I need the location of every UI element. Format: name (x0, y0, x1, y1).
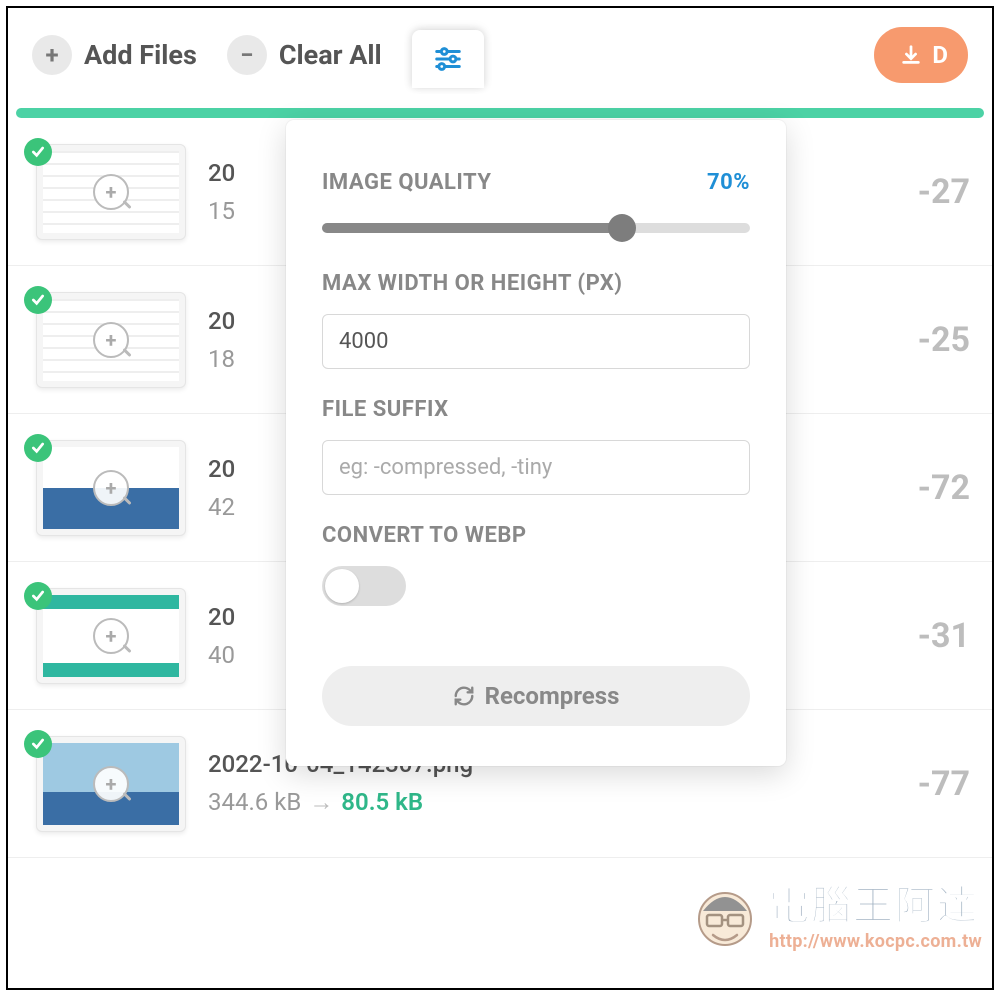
arrow-icon: → (309, 788, 333, 816)
mascot-icon (689, 877, 761, 949)
zoom-icon: + (93, 322, 129, 358)
quality-value: 70% (707, 170, 750, 195)
quality-label: IMAGE QUALITY (322, 170, 491, 195)
watermark-title: 電腦王阿達 (769, 873, 982, 931)
thumbnail[interactable]: + (36, 440, 186, 536)
suffix-input[interactable] (322, 440, 750, 495)
reduction-percent: -25 (918, 320, 974, 360)
file-sizes: 344.6 kB → 80.5 kB (208, 788, 473, 817)
settings-button[interactable] (412, 30, 484, 88)
zoom-icon: + (93, 174, 129, 210)
zoom-icon: + (93, 470, 129, 506)
webp-label: CONVERT TO WEBP (322, 523, 750, 548)
clear-all-button[interactable]: − Clear All (227, 35, 382, 75)
plus-icon: + (32, 35, 72, 75)
clear-all-label: Clear All (279, 39, 382, 71)
sliders-icon (433, 44, 463, 74)
check-icon (24, 582, 52, 610)
watermark-url: http://www.kocpc.com.tw (769, 931, 982, 952)
max-dim-input[interactable] (322, 314, 750, 369)
download-button[interactable]: D (874, 27, 968, 83)
reduction-percent: -72 (918, 468, 974, 508)
thumbnail[interactable]: + (36, 736, 186, 832)
file-name: 20 (208, 307, 235, 335)
thumbnail[interactable]: + (36, 588, 186, 684)
toolbar: + Add Files − Clear All D (8, 8, 992, 108)
file-size-old: 344.6 kB (208, 788, 301, 816)
reduction-percent: -31 (918, 616, 974, 656)
settings-popover: IMAGE QUALITY 70% MAX WIDTH OR HEIGHT (P… (286, 120, 786, 766)
quality-slider[interactable] (322, 213, 750, 243)
file-size-new: 80.5 kB (341, 788, 423, 816)
thumbnail[interactable]: + (36, 292, 186, 388)
file-size: 42 (208, 493, 235, 521)
add-files-label: Add Files (84, 39, 197, 71)
reduction-percent: -27 (918, 172, 974, 212)
check-icon (24, 286, 52, 314)
recompress-button[interactable]: Recompress (322, 666, 750, 726)
check-icon (24, 434, 52, 462)
recompress-label: Recompress (485, 682, 620, 710)
slider-thumb[interactable] (608, 214, 636, 242)
file-name: 20 (208, 455, 235, 483)
file-name: 20 (208, 603, 235, 631)
reduction-percent: -77 (918, 764, 974, 804)
minus-icon: − (227, 35, 267, 75)
quality-label-row: IMAGE QUALITY 70% (322, 170, 750, 195)
refresh-icon (453, 685, 475, 707)
thumbnail[interactable]: + (36, 144, 186, 240)
suffix-label: FILE SUFFIX (322, 397, 750, 422)
file-size: 40 (208, 641, 235, 669)
progress-bar (16, 108, 984, 118)
add-files-button[interactable]: + Add Files (32, 35, 197, 75)
check-icon (24, 138, 52, 166)
file-name: 20 (208, 159, 235, 187)
file-size: 18 (208, 345, 235, 373)
watermark: 電腦王阿達 http://www.kocpc.com.tw (689, 873, 982, 952)
zoom-icon: + (93, 618, 129, 654)
webp-toggle[interactable] (322, 566, 406, 606)
download-icon (900, 44, 922, 66)
max-dim-label: MAX WIDTH OR HEIGHT (PX) (322, 271, 750, 296)
download-label: D (932, 41, 948, 69)
check-icon (24, 730, 52, 758)
file-size: 15 (208, 197, 235, 225)
zoom-icon: + (93, 766, 129, 802)
